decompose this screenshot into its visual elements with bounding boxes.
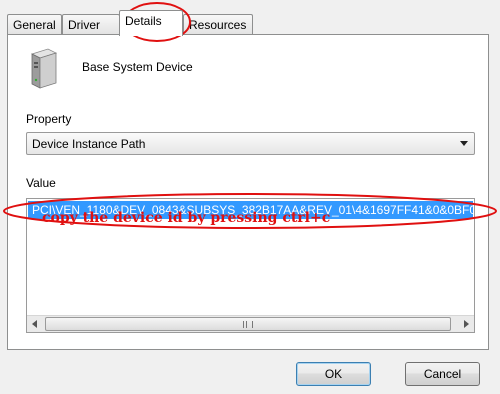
arrow-left-icon: [32, 320, 37, 328]
property-label: Property: [26, 112, 72, 126]
property-dropdown[interactable]: Device Instance Path: [26, 132, 475, 155]
chevron-down-icon: [460, 141, 468, 146]
tab-resources[interactable]: Resources: [183, 14, 253, 34]
annotation-instruction: copy the device id by pressing ctrl+c: [42, 210, 331, 226]
horizontal-scrollbar[interactable]: [27, 315, 474, 332]
server-tower-icon: [30, 48, 58, 89]
device-name: Base System Device: [82, 60, 193, 74]
arrow-right-icon: [464, 320, 469, 328]
tab-general[interactable]: General: [7, 14, 62, 34]
scroll-right-button[interactable]: [458, 316, 474, 332]
details-panel: Base System Device Property Device Insta…: [7, 34, 489, 350]
property-selected-value: Device Instance Path: [32, 137, 146, 151]
tab-details[interactable]: Details: [119, 10, 183, 36]
tab-driver[interactable]: Driver: [62, 14, 120, 34]
cancel-button[interactable]: Cancel: [405, 362, 480, 386]
scroll-left-button[interactable]: [27, 316, 43, 332]
scrollbar-thumb[interactable]: [45, 317, 451, 331]
ok-button[interactable]: OK: [296, 362, 371, 386]
value-label: Value: [26, 176, 56, 190]
grip-icon: [243, 321, 253, 328]
